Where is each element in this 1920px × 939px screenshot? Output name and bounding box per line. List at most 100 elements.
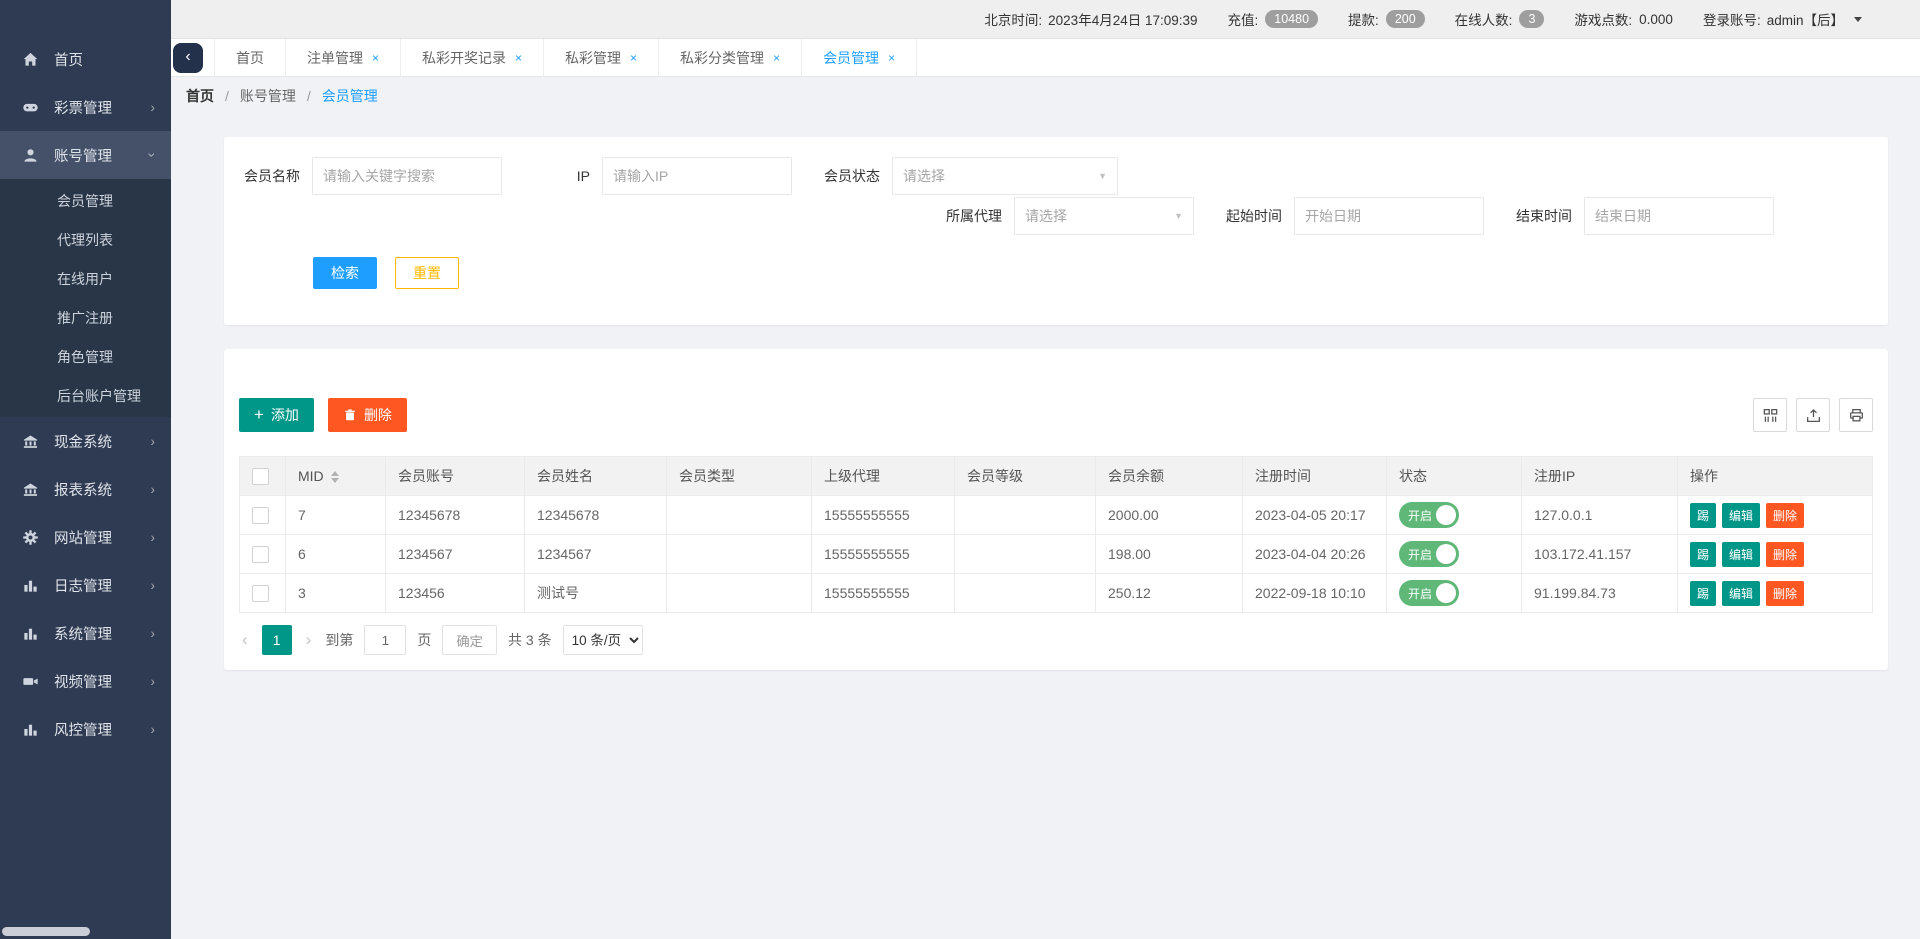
sidebar-item-system[interactable]: 系统管理› [0,609,171,657]
sidebar-item-cash[interactable]: 现金系统› [0,417,171,465]
horizontal-scrollbar-thumb[interactable] [2,927,90,936]
tab-home[interactable]: 首页 [215,39,286,76]
reset-button[interactable]: 重置 [395,257,459,289]
row-checkbox[interactable] [252,585,269,602]
current-page-button[interactable]: 1 [262,625,292,655]
field-input-end-time[interactable] [1584,197,1774,235]
field-input-member-name[interactable] [312,157,502,195]
stat-label: 充值: [1228,9,1259,29]
cell-balance: 250.12 [1096,574,1243,613]
tab-lottery-category[interactable]: 私彩分类管理× [659,39,802,76]
row-action-delete[interactable]: 删除 [1766,581,1804,606]
row-action-kick[interactable]: 踢 [1690,503,1716,528]
row-action-kick[interactable]: 踢 [1690,542,1716,567]
tab-label: 注单管理 [307,48,363,68]
content: 会员名称IP会员状态请选择▼所属代理请选择▼起始时间结束时间 检索 重置 + 添… [171,114,1920,939]
sort-icon[interactable] [331,471,339,483]
close-icon[interactable]: × [515,51,522,65]
breadcrumb-item[interactable]: 首页 [186,86,214,106]
close-icon[interactable]: × [773,51,780,65]
sidebar-subitem-agent-list[interactable]: 代理列表 [0,220,171,259]
tab-lottery-records[interactable]: 私彩开奖记录 × [401,39,544,76]
cell-type [667,574,812,613]
col-type: 会员类型 [667,457,812,496]
prev-page-button[interactable]: ‹ [239,630,251,650]
user-icon [22,147,39,164]
cell-reg-time: 2023-04-05 20:17 [1243,496,1387,535]
select-all-checkbox[interactable] [252,468,269,485]
members-table: MID会员账号会员姓名会员类型上级代理会员等级会员余额注册时间状态注册IP操作 … [239,456,1873,613]
chevron-right-icon: › [150,578,155,592]
export-icon[interactable] [1796,398,1830,432]
breadcrumb-item[interactable]: 账号管理 [240,86,296,106]
sidebar-item-lottery[interactable]: 彩票管理› [0,83,171,131]
sidebar-item-logs[interactable]: 日志管理› [0,561,171,609]
stat-value: 0.000 [1639,12,1673,27]
status-toggle[interactable]: 开启 [1399,541,1459,567]
account-menu[interactable]: 登录账号: admin【后】 [1703,9,1862,29]
table-row: 61234567123456715555555555198.002023-04-… [240,535,1873,574]
close-icon[interactable]: × [630,51,637,65]
search-button[interactable]: 检索 [313,257,377,289]
col-reg-time: 注册时间 [1243,457,1387,496]
cell-reg-time: 2022-09-18 10:10 [1243,574,1387,613]
sidebar-collapse-button[interactable]: ‹ [173,43,203,73]
sidebar-subitem-online-users[interactable]: 在线用户 [0,259,171,298]
chevron-right-icon: › [150,674,155,688]
breadcrumb-separator: / [225,88,229,104]
table-tools [1753,398,1873,432]
columns-icon[interactable] [1753,398,1787,432]
per-page-select[interactable]: 10 条/页 [563,625,643,655]
sidebar-item-report[interactable]: 报表系统› [0,465,171,513]
field-input-start-time[interactable] [1294,197,1484,235]
field-start-time: 起始时间 [1224,197,1484,235]
field-label: 会员名称 [242,166,300,186]
row-action-edit[interactable]: 编辑 [1722,503,1760,528]
field-input-ip[interactable] [602,157,792,195]
tab-lottery-manage[interactable]: 私彩管理× [544,39,659,76]
row-action-edit[interactable]: 编辑 [1722,581,1760,606]
delete-button[interactable]: 删除 [328,398,407,432]
sidebar-subitem-role[interactable]: 角色管理 [0,337,171,376]
tab-member-manage[interactable]: 会员管理× [802,39,917,76]
row-action-delete[interactable]: 删除 [1766,503,1804,528]
field-select-member-status[interactable]: 请选择▼ [892,157,1118,195]
sidebar-subitem-promo-register[interactable]: 推广注册 [0,298,171,337]
row-action-edit[interactable]: 编辑 [1722,542,1760,567]
sidebar-item-website[interactable]: 网站管理› [0,513,171,561]
toggle-knob [1436,505,1456,525]
stat-badge: 200 [1386,10,1425,28]
topbar-stat: 游戏点数:0.000 [1574,9,1673,29]
stat-label: 提款: [1348,9,1379,29]
status-toggle[interactable]: 开启 [1399,502,1459,528]
tabs: 首页注单管理×私彩开奖记录×私彩管理×私彩分类管理×会员管理× [214,39,917,76]
tab-orders[interactable]: 注单管理 × [286,39,401,76]
cell-level [955,496,1096,535]
print-icon[interactable] [1839,398,1873,432]
goto-page-input[interactable] [364,625,406,655]
close-icon[interactable]: × [888,51,895,65]
row-action-delete[interactable]: 删除 [1766,542,1804,567]
sidebar-item-label: 风控管理 [54,719,150,740]
table-row: 71234567812345678155555555552000.002023-… [240,496,1873,535]
status-toggle[interactable]: 开启 [1399,580,1459,606]
sidebar-item-home[interactable]: 首页 [0,35,171,83]
row-action-kick[interactable]: 踢 [1690,581,1716,606]
sidebar-item-risk[interactable]: 风控管理› [0,705,171,753]
sidebar-item-video[interactable]: 视频管理› [0,657,171,705]
sidebar-subitem-backend-accounts[interactable]: 后台账户管理 [0,376,171,415]
row-checkbox[interactable] [252,546,269,563]
tab-label: 私彩开奖记录 [422,48,506,68]
next-page-button[interactable]: › [303,630,315,650]
col-name: 会员姓名 [525,457,667,496]
breadcrumb-item[interactable]: 会员管理 [322,86,378,106]
field-select-agent[interactable]: 请选择▼ [1014,197,1194,235]
close-icon[interactable]: × [372,51,379,65]
sidebar-item-account[interactable]: 账号管理› [0,131,171,179]
add-button[interactable]: + 添加 [239,398,314,432]
cell-agent: 15555555555 [812,535,955,574]
row-checkbox[interactable] [252,507,269,524]
sidebar-subitem-member[interactable]: 会员管理 [0,181,171,220]
confirm-page-button[interactable]: 确定 [442,625,497,655]
chevron-down-icon [1854,17,1862,22]
